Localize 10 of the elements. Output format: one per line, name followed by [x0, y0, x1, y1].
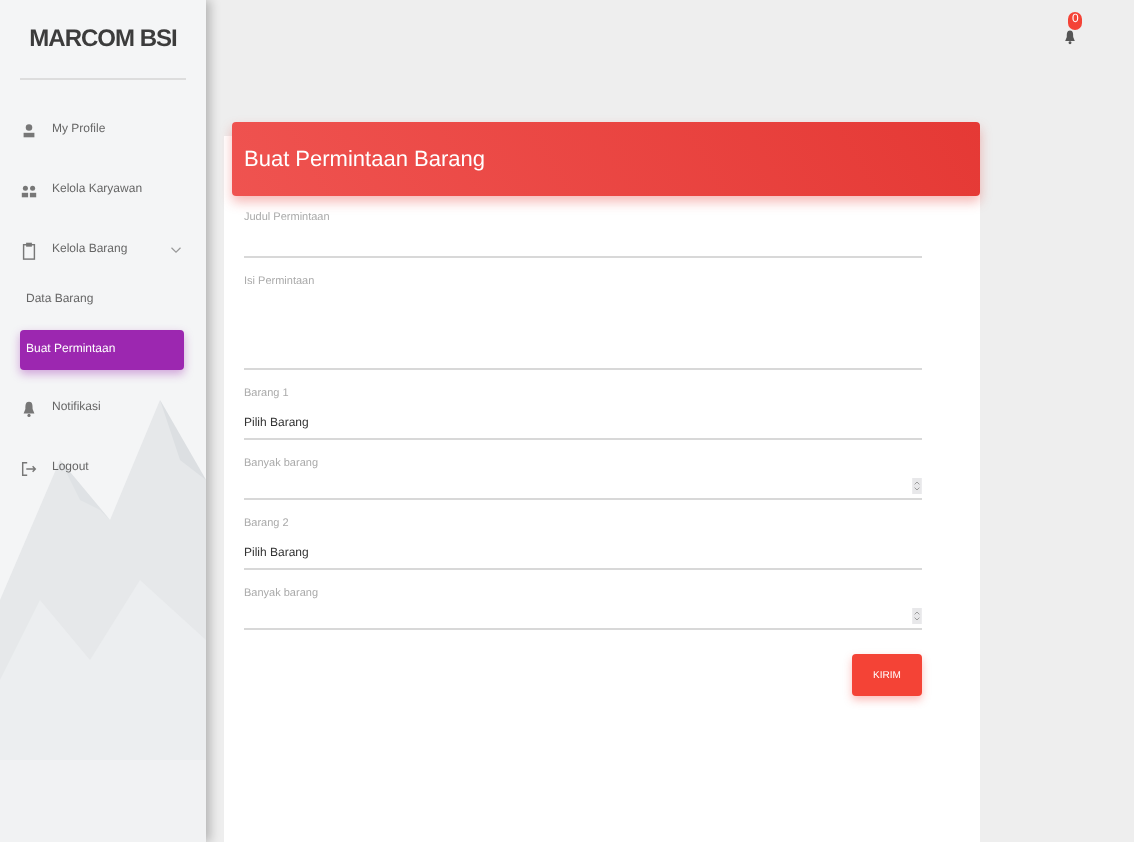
logout-icon [20, 459, 38, 477]
clipboard-icon [20, 241, 38, 259]
spinner-icon[interactable] [912, 478, 922, 494]
person-icon [20, 121, 38, 139]
bell-icon [20, 399, 38, 417]
people-icon [20, 181, 38, 199]
card-title: Buat Permintaan Barang [244, 147, 485, 171]
spinner-icon[interactable] [912, 608, 922, 624]
brand-title: MARCOM BSI [29, 24, 177, 56]
bell-icon [1062, 28, 1078, 46]
